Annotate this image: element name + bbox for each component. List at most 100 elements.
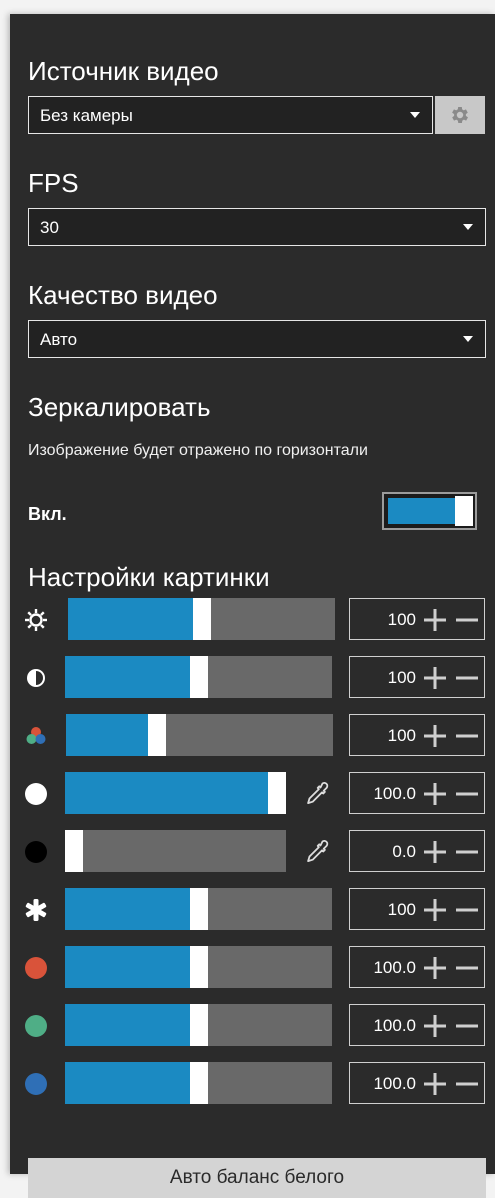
slider-row-sharpness: 100 [10, 888, 495, 932]
slider-row-saturation: 100 [10, 714, 495, 758]
plus-icon[interactable] [422, 723, 448, 749]
blue-value-box[interactable]: 100.0 [349, 1062, 485, 1104]
plus-icon[interactable] [422, 1071, 448, 1097]
toggle-fill [388, 498, 455, 524]
blue-circle-icon [24, 1072, 48, 1096]
brightness-slider[interactable] [68, 598, 335, 640]
contrast-slider-fill [65, 656, 190, 698]
white-point-slider-fill [65, 772, 268, 814]
green-circle-icon [24, 1014, 48, 1038]
blue-slider[interactable] [65, 1062, 332, 1104]
sharpness-value[interactable]: 100 [388, 900, 416, 920]
black-point-slider-thumb[interactable] [65, 830, 83, 872]
brightness-value-box[interactable]: 100 [349, 598, 485, 640]
slider-row-black-point: 0.0 [10, 830, 495, 874]
sharpness-slider-fill [65, 888, 190, 930]
minus-icon[interactable] [454, 1071, 480, 1097]
white-point-slider-thumb[interactable] [268, 772, 286, 814]
brightness-slider-fill [68, 598, 193, 640]
green-slider-thumb[interactable] [190, 1004, 208, 1046]
plus-icon[interactable] [422, 607, 448, 633]
video-settings-panel: Источник видео Без камеры FPS 30 Качеств… [10, 14, 495, 1198]
contrast-value[interactable]: 100 [388, 668, 416, 688]
green-value-box[interactable]: 100.0 [349, 1004, 485, 1046]
saturation-slider[interactable] [66, 714, 333, 756]
brightness-value[interactable]: 100 [388, 610, 416, 630]
contrast-value-box[interactable]: 100 [349, 656, 485, 698]
red-slider[interactable] [65, 946, 332, 988]
mirror-state-label: Вкл. [28, 504, 67, 524]
minus-icon[interactable] [454, 955, 480, 981]
minus-icon[interactable] [454, 897, 480, 923]
red-slider-thumb[interactable] [190, 946, 208, 988]
white-point-slider[interactable] [65, 772, 286, 814]
fps-value: 30 [40, 218, 59, 237]
camera-settings-button[interactable] [435, 96, 485, 134]
slider-row-green: 100.0 [10, 1004, 495, 1048]
sharpness-value-box[interactable]: 100 [349, 888, 485, 930]
minus-icon[interactable] [454, 839, 480, 865]
minus-icon[interactable] [454, 1013, 480, 1039]
asterisk-icon [24, 898, 48, 922]
red-value-box[interactable]: 100.0 [349, 946, 485, 988]
sun-icon [24, 608, 48, 632]
gear-icon [452, 107, 468, 123]
white-point-value[interactable]: 100.0 [373, 784, 416, 804]
minus-icon[interactable] [454, 665, 480, 691]
saturation-value-box[interactable]: 100 [349, 714, 485, 756]
color-dots-icon [24, 724, 48, 748]
eyedropper-icon[interactable] [302, 838, 330, 866]
red-circle-icon [24, 956, 48, 980]
slider-row-red: 100.0 [10, 946, 495, 990]
contrast-icon [24, 666, 48, 690]
black-point-slider[interactable] [65, 830, 286, 872]
blue-slider-thumb[interactable] [190, 1062, 208, 1104]
plus-icon[interactable] [422, 955, 448, 981]
sharpness-slider[interactable] [65, 888, 332, 930]
blue-slider-fill [65, 1062, 190, 1104]
chevron-down-icon [463, 336, 473, 342]
video-source-dropdown[interactable]: Без камеры [28, 96, 433, 134]
sharpness-slider-thumb[interactable] [190, 888, 208, 930]
chevron-down-icon [463, 224, 473, 230]
plus-icon[interactable] [422, 839, 448, 865]
quality-dropdown[interactable]: Авто [28, 320, 486, 358]
video-source-value: Без камеры [40, 106, 133, 125]
minus-icon[interactable] [454, 607, 480, 633]
green-value[interactable]: 100.0 [373, 1016, 416, 1036]
contrast-slider-thumb[interactable] [190, 656, 208, 698]
white-circle-icon [24, 782, 48, 806]
plus-icon[interactable] [422, 781, 448, 807]
chevron-down-icon [410, 112, 420, 118]
blue-value[interactable]: 100.0 [373, 1074, 416, 1094]
mirror-toggle[interactable] [382, 492, 477, 530]
minus-icon[interactable] [454, 723, 480, 749]
plus-icon[interactable] [422, 897, 448, 923]
slider-row-contrast: 100 [10, 656, 495, 700]
saturation-slider-thumb[interactable] [148, 714, 166, 756]
fps-dropdown[interactable]: 30 [28, 208, 486, 246]
slider-row-blue: 100.0 [10, 1062, 495, 1106]
auto-white-balance-button[interactable]: Авто баланс белого [28, 1158, 486, 1198]
black-circle-icon [24, 840, 48, 864]
toggle-knob [455, 496, 473, 526]
green-slider[interactable] [65, 1004, 332, 1046]
green-slider-fill [65, 1004, 190, 1046]
black-point-value-box[interactable]: 0.0 [349, 830, 485, 872]
white-point-value-box[interactable]: 100.0 [349, 772, 485, 814]
plus-icon[interactable] [422, 1013, 448, 1039]
plus-icon[interactable] [422, 665, 448, 691]
contrast-slider[interactable] [65, 656, 332, 698]
slider-row-brightness: 100 [10, 598, 495, 642]
brightness-slider-thumb[interactable] [193, 598, 211, 640]
eyedropper-icon[interactable] [302, 780, 330, 808]
minus-icon[interactable] [454, 781, 480, 807]
picture-settings-heading: Настройки картинки [28, 562, 270, 592]
mirror-description: Изображение будет отражено по горизонтал… [28, 442, 368, 459]
red-slider-fill [65, 946, 190, 988]
black-point-value[interactable]: 0.0 [392, 842, 416, 862]
red-value[interactable]: 100.0 [373, 958, 416, 978]
saturation-slider-fill [66, 714, 148, 756]
quality-value: Авто [40, 330, 78, 349]
saturation-value[interactable]: 100 [388, 726, 416, 746]
